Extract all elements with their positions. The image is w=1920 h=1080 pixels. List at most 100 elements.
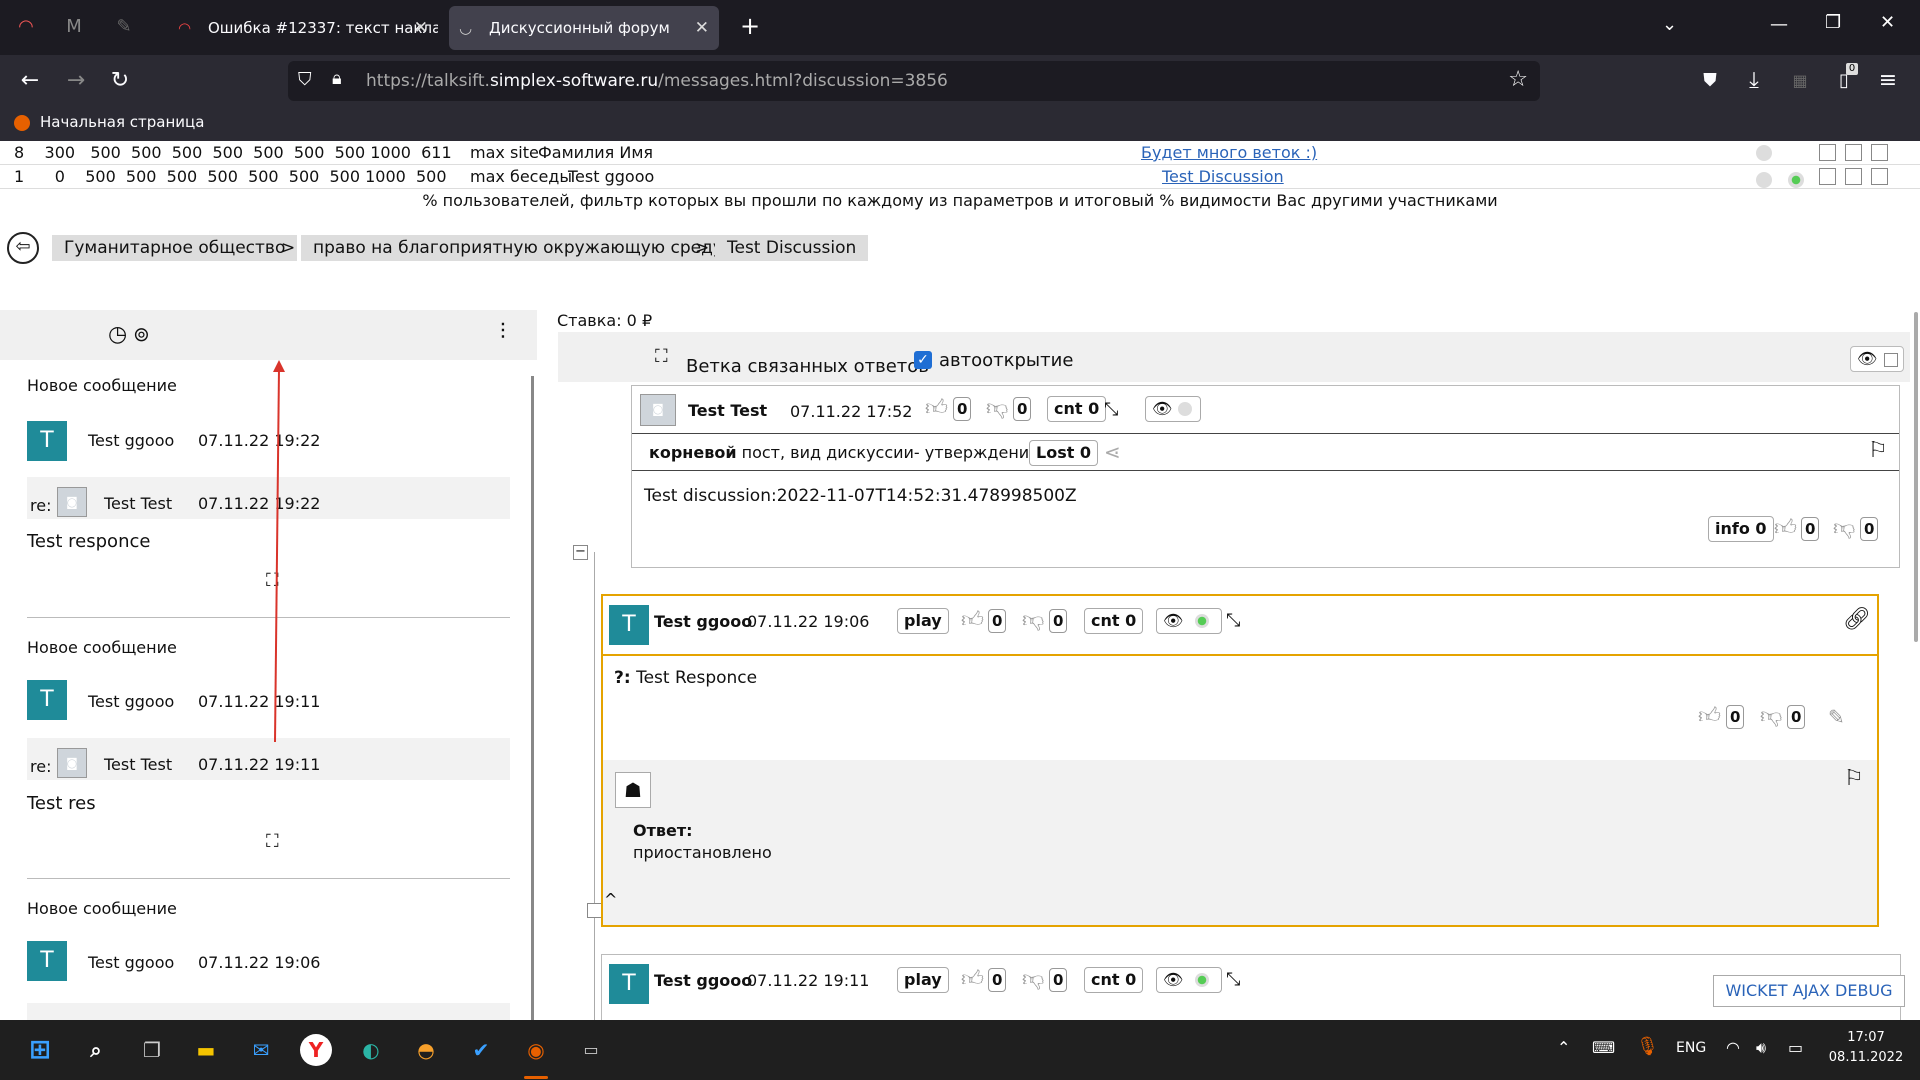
wicket-debug-link[interactable]: WICKET AJAX DEBUG xyxy=(1713,975,1905,1007)
file-explorer-icon[interactable]: ▬ xyxy=(190,1034,222,1066)
todo-icon[interactable]: ✔ xyxy=(465,1034,497,1066)
firefox-view-icon[interactable]: ◠ xyxy=(14,16,38,40)
shield-icon[interactable]: ⛉ xyxy=(298,69,312,90)
checkbox[interactable] xyxy=(1819,168,1836,185)
edit-icon[interactable]: ✎ xyxy=(1828,705,1845,729)
collapse-arrows-icon[interactable]: ⤡ xyxy=(1104,399,1118,420)
pocket-icon[interactable]: ⛊ xyxy=(1696,67,1724,95)
breadcrumb-discussion[interactable]: Test Discussion xyxy=(715,235,869,261)
thumbs-down-icon[interactable]: 👎︎ xyxy=(1760,705,1782,729)
caret-up-icon[interactable]: ^ xyxy=(604,890,617,909)
battery-icon[interactable]: ▭ xyxy=(1788,1038,1803,1057)
edge-icon[interactable]: ◐ xyxy=(355,1034,387,1066)
info-button[interactable]: info 0 xyxy=(1708,516,1774,542)
tab-error[interactable]: ◠ Ошибка #12337: текст наклад ✕ xyxy=(168,6,438,50)
new-tab-button[interactable]: + xyxy=(740,12,760,40)
checkbox[interactable] xyxy=(1871,168,1888,185)
url-bar[interactable]: ⛉ 🔒︎ https://talksift.simplex-software.r… xyxy=(288,61,1540,101)
clock-time[interactable]: 17:07 xyxy=(1830,1030,1902,1045)
collapse-toggle[interactable] xyxy=(587,903,602,918)
post-author[interactable]: Test ggooo xyxy=(654,612,752,631)
visibility-toggle[interactable]: 👁︎ xyxy=(1850,346,1904,372)
thumbs-down-icon[interactable]: 👎︎ xyxy=(1022,609,1044,633)
back-icon[interactable]: ← xyxy=(16,67,44,95)
breadcrumb-society[interactable]: Гуманитарное общество xyxy=(52,235,298,261)
terminal-icon[interactable]: ▭ xyxy=(575,1034,607,1066)
thumbs-down-icon[interactable]: 👎︎ xyxy=(1833,517,1855,541)
bookmark-star-icon[interactable]: ☆ xyxy=(1508,67,1528,92)
task-view-icon[interactable]: ❐ xyxy=(136,1034,168,1066)
visibility-toggle[interactable]: 👁︎ xyxy=(1145,396,1201,422)
clipboard-icon[interactable]: ▯ 0 xyxy=(1830,63,1858,95)
cnt-button[interactable]: cnt 0 xyxy=(1047,396,1107,422)
microphone-icon[interactable]: 🎙︎ xyxy=(1636,1036,1659,1057)
cnt-button[interactable]: cnt 0 xyxy=(1084,967,1144,993)
close-window-icon[interactable]: ✕ xyxy=(1880,12,1895,33)
branch-link[interactable]: Будет много веток :) xyxy=(1141,143,1317,162)
extension-icon[interactable]: ▦ xyxy=(1786,67,1814,95)
search-icon[interactable]: ⌕ xyxy=(80,1034,112,1066)
tab-forum[interactable]: ◡ Дискуссионный форум ✕ xyxy=(449,6,719,50)
volume-icon[interactable]: 🔊︎ xyxy=(1756,1038,1766,1058)
forward-icon[interactable]: → xyxy=(62,67,90,95)
page-scrollbar[interactable] xyxy=(1914,312,1918,642)
breadcrumb-topic[interactable]: право на благоприятную окружающую среду xyxy=(301,235,735,261)
collapse-arrows-icon[interactable]: ⤡ xyxy=(1226,969,1240,990)
checkbox[interactable] xyxy=(1871,144,1888,161)
clock-icon[interactable]: ◷ xyxy=(108,322,127,347)
tree-icon[interactable]: ⛶ xyxy=(266,831,279,852)
thumbs-up-icon[interactable]: 👍︎ xyxy=(961,609,984,633)
back-circle-icon[interactable]: ⇦ xyxy=(7,232,39,264)
firefox-taskbar-icon[interactable]: ◉ xyxy=(520,1034,552,1066)
bookmark-home[interactable]: Начальная страница xyxy=(40,113,204,131)
clock-date[interactable]: 08.11.2022 xyxy=(1826,1050,1906,1065)
play-button[interactable]: play xyxy=(897,967,949,993)
reload-icon[interactable]: ↻ xyxy=(106,67,134,95)
discussion-link[interactable]: Test Discussion xyxy=(1162,167,1284,186)
visibility-toggle[interactable]: 👁︎ xyxy=(1156,608,1222,634)
downloads-icon[interactable]: ⤓ xyxy=(1740,67,1768,95)
flag-icon[interactable]: ⚐ xyxy=(1844,766,1864,791)
post-author[interactable]: Test Test xyxy=(688,401,767,420)
reply-author[interactable]: Test Test xyxy=(104,494,172,513)
play-button[interactable]: play xyxy=(897,608,949,634)
yandex-browser-icon[interactable]: Y xyxy=(300,1034,332,1066)
thumbs-up-icon[interactable]: 👍︎ xyxy=(1698,705,1721,729)
thunderbird-icon[interactable]: ◓ xyxy=(410,1034,442,1066)
checkbox[interactable] xyxy=(1819,144,1836,161)
lost-button[interactable]: Lost 0 xyxy=(1029,440,1099,466)
feather-icon[interactable]: ✎ xyxy=(112,16,136,40)
message-author[interactable]: Test ggooo xyxy=(88,953,174,972)
reply-author[interactable]: Test Test xyxy=(104,755,172,774)
message-author[interactable]: Test ggooo xyxy=(88,431,174,450)
flag-icon[interactable]: ⚐ xyxy=(1868,438,1888,463)
tree-icon[interactable]: ⛶ xyxy=(655,346,668,367)
thumbs-up-icon[interactable]: 👍︎ xyxy=(961,968,984,992)
lock-icon[interactable]: 🔒︎ xyxy=(332,68,342,89)
menu-icon[interactable]: ≡ xyxy=(1874,67,1902,95)
left-scrollbar[interactable] xyxy=(531,376,534,1020)
fingerprint-icon[interactable]: ⊚ xyxy=(133,322,150,346)
visibility-toggle[interactable]: 👁︎ xyxy=(1156,967,1222,993)
list-tabs-icon[interactable]: ⌄ xyxy=(1662,14,1677,35)
filter-sliders-icon[interactable]: ⫶ xyxy=(500,320,506,345)
post-author[interactable]: Test ggooo xyxy=(654,971,752,990)
checkbox[interactable] xyxy=(1845,144,1862,161)
collapse-toggle[interactable]: − xyxy=(573,545,588,560)
mail-icon[interactable]: ✉ xyxy=(245,1034,277,1066)
chevron-up-icon[interactable]: ⌃ xyxy=(1557,1038,1570,1057)
autoopen-checkbox[interactable]: ✓ xyxy=(914,351,932,369)
close-tab-icon[interactable]: ✕ xyxy=(695,6,709,50)
share-icon[interactable]: ⋖ xyxy=(1104,440,1121,464)
url-text[interactable]: https://talksift.simplex-software.ru/mes… xyxy=(366,61,948,101)
wifi-icon[interactable]: ◠ xyxy=(1726,1038,1740,1057)
reply-block[interactable] xyxy=(27,1003,510,1020)
checkbox[interactable] xyxy=(1845,168,1862,185)
message-author[interactable]: Test ggooo xyxy=(88,692,174,711)
cnt-button[interactable]: cnt 0 xyxy=(1084,608,1144,634)
thumbs-up-icon[interactable]: 👍︎ xyxy=(925,397,948,421)
language-indicator[interactable]: ENG xyxy=(1676,1040,1706,1056)
windows-start-icon[interactable]: ⊞ xyxy=(24,1034,56,1066)
close-tab-icon[interactable]: ✕ xyxy=(414,6,428,50)
gmail-icon[interactable]: M xyxy=(62,16,86,40)
